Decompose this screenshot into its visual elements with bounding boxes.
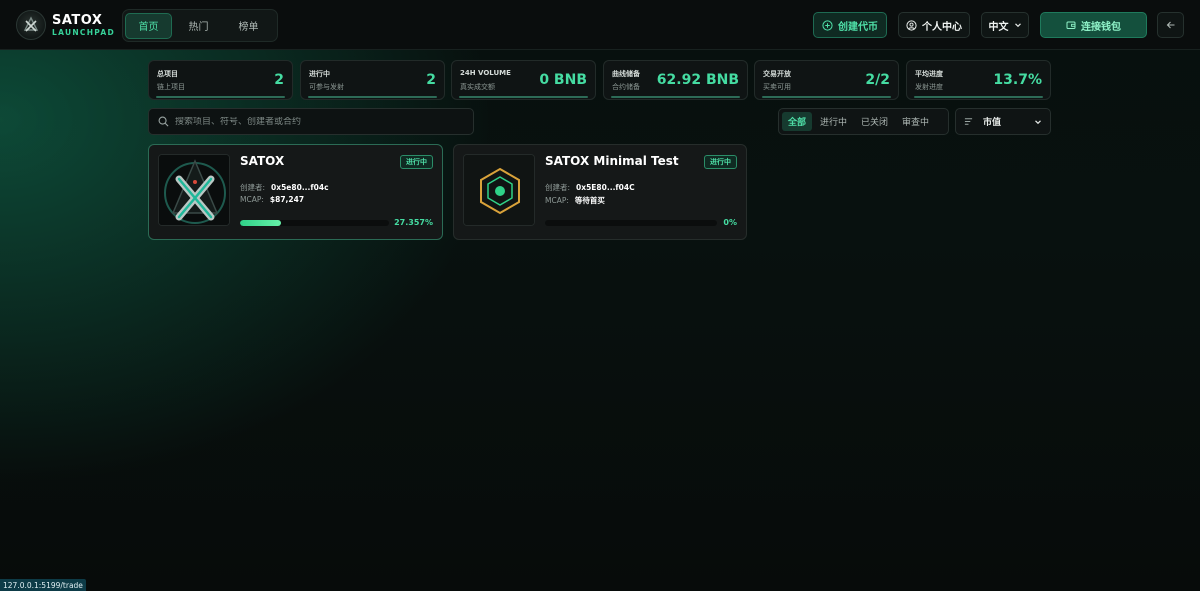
mcap-label: MCAP: bbox=[545, 196, 569, 205]
project-image bbox=[463, 154, 535, 226]
logo-subtitle: LAUNCHPAD bbox=[52, 27, 116, 37]
project-image bbox=[158, 154, 230, 226]
stat-underline bbox=[459, 96, 588, 98]
project-title: SATOX Minimal Test bbox=[545, 154, 679, 168]
stat-label: 进行中 bbox=[309, 70, 330, 78]
status-badge: 进行中 bbox=[400, 155, 433, 169]
create-token-button[interactable]: 创建代币 bbox=[813, 12, 887, 38]
creator-address[interactable]: 0x5E80...f04C bbox=[576, 183, 635, 192]
search-icon bbox=[158, 116, 169, 127]
stat-value: 2 bbox=[274, 72, 284, 88]
chevron-down-icon bbox=[1035, 119, 1041, 124]
stat-total-projects: 总项目 链上项目 2 bbox=[148, 60, 293, 100]
stat-underline bbox=[914, 96, 1043, 98]
creator-row: 创建者: 0x5E80...f04C bbox=[545, 182, 635, 193]
status-badge: 进行中 bbox=[704, 155, 737, 169]
search-input[interactable] bbox=[175, 116, 465, 127]
stat-underline bbox=[308, 96, 437, 98]
create-token-label: 创建代币 bbox=[838, 21, 878, 33]
filter-all[interactable]: 全部 bbox=[782, 112, 813, 131]
creator-address[interactable]: 0x5e80...f04c bbox=[271, 183, 329, 192]
stat-24h-volume: 24H VOLUME 真实成交额 0 BNB bbox=[451, 60, 596, 100]
progress-percent: 0% bbox=[723, 218, 737, 227]
stat-value: 62.92 BNB bbox=[656, 72, 739, 88]
filter-review[interactable]: 审查中 bbox=[896, 112, 935, 131]
stat-underline bbox=[611, 96, 740, 98]
mcap-row: MCAP: 等待首买 bbox=[545, 195, 605, 206]
mcap-label: MCAP: bbox=[240, 195, 264, 204]
language-label: 中文 bbox=[988, 21, 1009, 33]
stat-label: 曲线储备 bbox=[612, 70, 640, 78]
chevron-down-icon bbox=[1014, 23, 1021, 28]
profile-label: 个人中心 bbox=[922, 21, 962, 33]
stat-sublabel: 可参与发射 bbox=[309, 83, 344, 91]
filter-in-progress[interactable]: 进行中 bbox=[814, 112, 853, 131]
stat-sublabel: 真实成交额 bbox=[460, 83, 495, 91]
stat-label: 24H VOLUME bbox=[460, 69, 511, 77]
stat-label: 总项目 bbox=[157, 70, 178, 78]
creator-row: 创建者: 0x5e80...f04c bbox=[240, 182, 329, 193]
stat-sublabel: 合约储备 bbox=[612, 83, 640, 91]
logo[interactable]: SATOX LAUNCHPAD bbox=[16, 10, 115, 40]
stat-value: 2/2 bbox=[865, 72, 890, 88]
project-card-satox[interactable]: SATOX 进行中 创建者: 0x5e80...f04c MCAP: $87,247… bbox=[148, 144, 443, 240]
connect-wallet-button[interactable]: 连接钱包 bbox=[1040, 12, 1147, 38]
stat-sublabel: 买卖可用 bbox=[763, 83, 791, 91]
creator-label: 创建者: bbox=[240, 183, 266, 192]
project-title: SATOX bbox=[240, 154, 285, 168]
profile-button[interactable]: 个人中心 bbox=[898, 12, 970, 38]
nav-home[interactable]: 首页 bbox=[125, 12, 173, 39]
sort-label: 市值 bbox=[983, 118, 1002, 128]
progress-bar bbox=[240, 220, 389, 226]
stat-trading-open: 交易开放 买卖可用 2/2 bbox=[754, 60, 899, 100]
stat-label: 交易开放 bbox=[763, 70, 791, 78]
progress-percent: 27.357% bbox=[394, 218, 433, 227]
search-box bbox=[148, 108, 474, 135]
language-select[interactable]: 中文 bbox=[981, 12, 1029, 38]
back-button[interactable] bbox=[1157, 12, 1184, 38]
mcap-row: MCAP: $87,247 bbox=[240, 195, 304, 204]
browser-status-url: 127.0.0.1:5199/trade bbox=[0, 579, 86, 591]
stat-underline bbox=[156, 96, 285, 98]
filter-closed[interactable]: 已关闭 bbox=[855, 112, 894, 131]
logo-title: SATOX bbox=[52, 12, 103, 28]
top-header: SATOX LAUNCHPAD 首页 热门 榜单 创建代币 个人中心 中文 连接… bbox=[0, 0, 1200, 50]
status-filter: 全部 进行中 已关闭 审查中 bbox=[778, 108, 949, 135]
sort-select[interactable]: 市值 bbox=[955, 108, 1051, 135]
stat-in-progress: 进行中 可参与发射 2 bbox=[300, 60, 445, 100]
sort-icon bbox=[964, 118, 973, 125]
stat-value: 2 bbox=[426, 72, 436, 88]
creator-label: 创建者: bbox=[545, 183, 571, 192]
stat-label: 平均进度 bbox=[915, 70, 943, 78]
plus-circle-icon bbox=[822, 19, 833, 31]
stat-underline bbox=[762, 96, 891, 98]
progress-bar bbox=[545, 220, 717, 226]
nav-trending[interactable]: 热门 bbox=[175, 13, 222, 39]
stat-value: 0 BNB bbox=[539, 72, 587, 88]
mcap-value: $87,247 bbox=[269, 195, 305, 204]
nav-leaderboard[interactable]: 榜单 bbox=[225, 13, 272, 39]
stat-sublabel: 链上项目 bbox=[157, 83, 185, 91]
wallet-icon bbox=[1066, 21, 1076, 29]
stat-sublabel: 发射进度 bbox=[915, 83, 943, 91]
progress-fill bbox=[240, 220, 281, 226]
stat-curve-reserve: 曲线储备 合约储备 62.92 BNB bbox=[603, 60, 748, 100]
stat-value: 13.7% bbox=[993, 72, 1042, 88]
connect-wallet-label: 连接钱包 bbox=[1081, 21, 1121, 33]
mcap-value: 等待首买 bbox=[574, 196, 605, 205]
user-circle-icon bbox=[906, 19, 917, 31]
arrow-left-icon bbox=[1166, 21, 1174, 29]
main-nav: 首页 热门 榜单 bbox=[122, 9, 278, 42]
satox-logo-icon bbox=[16, 10, 46, 40]
stat-average-progress: 平均进度 发射进度 13.7% bbox=[906, 60, 1051, 100]
project-card-satox-minimal-test[interactable]: SATOX Minimal Test 进行中 创建者: 0x5E80...f04C… bbox=[453, 144, 747, 240]
